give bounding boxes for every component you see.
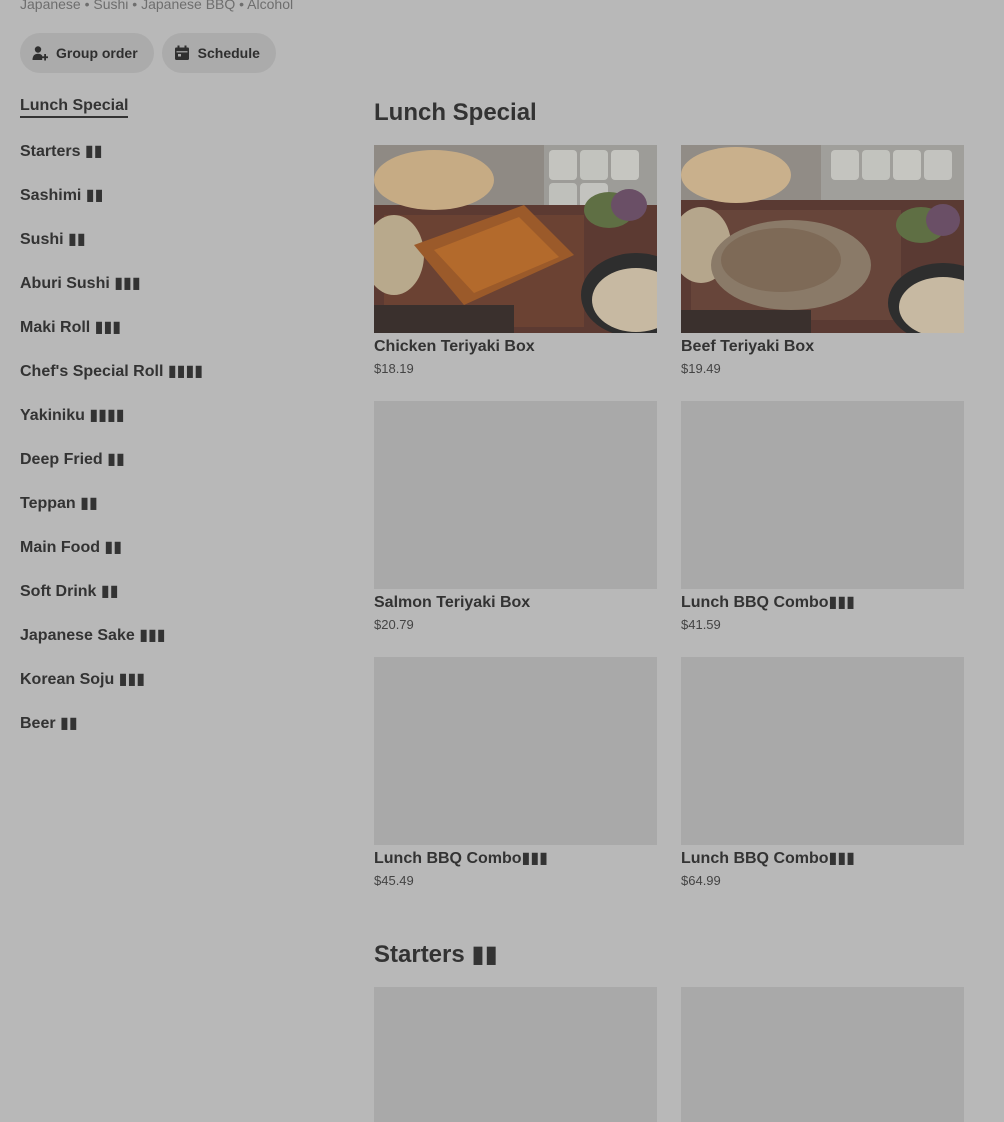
sidebar-item-label: Aburi Sushi ▮▮▮: [20, 275, 141, 292]
sidebar-item-label: Sashimi ▮▮: [20, 187, 104, 204]
group-order-button[interactable]: Group order: [20, 33, 154, 73]
menu-category-nav: Lunch Special Starters ▮▮ Sashimi ▮▮ Sus…: [20, 95, 320, 745]
sidebar-item-label: Beer ▮▮: [20, 715, 78, 732]
sidebar-item-sashimi[interactable]: Sashimi ▮▮: [20, 173, 320, 217]
group-order-label: Group order: [56, 45, 138, 61]
sidebar-item-label: Lunch Special: [20, 97, 129, 118]
sidebar-item-yakiniku[interactable]: Yakiniku ▮▮▮▮: [20, 393, 320, 437]
person-plus-icon: [32, 45, 48, 61]
sidebar-item-label: Main Food ▮▮: [20, 539, 123, 556]
menu-content: Lunch Special Chicken Teriyaki Box $18.1…: [374, 95, 964, 1122]
item-name: Salmon Teriyaki Box: [374, 594, 531, 611]
menu-section-starters: Starters ▮▮: [374, 937, 964, 1122]
beef-teriyaki-photo: [681, 145, 964, 333]
sidebar-item-soft-drink[interactable]: Soft Drink ▮▮: [20, 569, 320, 613]
sidebar-item-beer[interactable]: Beer ▮▮: [20, 701, 320, 745]
sidebar-item-label: Sushi ▮▮: [20, 231, 86, 248]
menu-section-lunch-special: Lunch Special Chicken Teriyaki Box $18.1…: [374, 95, 964, 889]
sidebar-item-korean-soju[interactable]: Korean Soju ▮▮▮: [20, 657, 320, 701]
sidebar-item-label: Soft Drink ▮▮: [20, 583, 119, 600]
sidebar-item-label: Maki Roll ▮▮▮: [20, 319, 122, 336]
sidebar-item-label: Teppan ▮▮: [20, 495, 98, 512]
calendar-icon: [174, 45, 190, 61]
menu-item-card[interactable]: Beef Teriyaki Box $19.49: [681, 145, 964, 377]
item-name: Lunch BBQ Combo▮▮▮: [681, 850, 855, 867]
cuisine-tags: Japanese • Sushi • Japanese BBQ • Alcoho…: [20, 0, 294, 12]
sidebar-item-chefs-special-roll[interactable]: Chef's Special Roll ▮▮▮▮: [20, 349, 320, 393]
item-name: Lunch BBQ Combo▮▮▮: [681, 594, 855, 611]
sidebar-item-maki-roll[interactable]: Maki Roll ▮▮▮: [20, 305, 320, 349]
sidebar-item-label: Deep Fried ▮▮: [20, 451, 125, 468]
chicken-teriyaki-photo: [374, 145, 657, 333]
sidebar-item-label: Japanese Sake ▮▮▮: [20, 627, 166, 644]
menu-item-card[interactable]: Lunch BBQ Combo▮▮▮ $64.99: [681, 657, 964, 889]
sidebar-item-sushi[interactable]: Sushi ▮▮: [20, 217, 320, 261]
menu-item-card[interactable]: Chicken Teriyaki Box $18.19: [374, 145, 657, 377]
item-grid: Chicken Teriyaki Box $18.19 Beef Teriyak…: [374, 145, 964, 889]
section-title: Lunch Special: [374, 99, 537, 126]
item-name: Lunch BBQ Combo▮▮▮: [374, 850, 548, 867]
sidebar-item-teppan[interactable]: Teppan ▮▮: [20, 481, 320, 525]
item-image-placeholder: [681, 987, 964, 1122]
menu-item-card[interactable]: Salmon Teriyaki Box $20.79: [374, 401, 657, 633]
item-image-placeholder: [681, 401, 964, 589]
item-image-placeholder: [374, 657, 657, 845]
item-image-placeholder: [374, 987, 657, 1122]
item-price: $20.79: [374, 617, 414, 632]
sidebar-item-aburi-sushi[interactable]: Aburi Sushi ▮▮▮: [20, 261, 320, 305]
item-price: $64.99: [681, 873, 721, 888]
item-grid: [374, 987, 964, 1122]
sidebar-item-label: Chef's Special Roll ▮▮▮▮: [20, 363, 204, 380]
menu-item-card[interactable]: Lunch BBQ Combo▮▮▮ $45.49: [374, 657, 657, 889]
sidebar-item-starters[interactable]: Starters ▮▮: [20, 129, 320, 173]
item-price: $41.59: [681, 617, 721, 632]
menu-item-card[interactable]: [681, 987, 964, 1122]
sidebar-item-lunch-special[interactable]: Lunch Special: [20, 95, 320, 119]
sidebar-item-japanese-sake[interactable]: Japanese Sake ▮▮▮: [20, 613, 320, 657]
item-name: Chicken Teriyaki Box: [374, 338, 535, 355]
menu-item-card[interactable]: [374, 987, 657, 1122]
page: Japanese • Sushi • Japanese BBQ • Alcoho…: [0, 0, 1004, 1122]
schedule-label: Schedule: [197, 45, 260, 61]
item-price: $19.49: [681, 361, 721, 376]
schedule-button[interactable]: Schedule: [161, 33, 276, 73]
item-image-placeholder: [374, 401, 657, 589]
sidebar-item-label: Yakiniku ▮▮▮▮: [20, 407, 125, 424]
sidebar-item-label: Korean Soju ▮▮▮: [20, 671, 146, 688]
item-image-placeholder: [681, 657, 964, 845]
sidebar-item-label: Starters ▮▮: [20, 143, 103, 160]
item-price: $18.19: [374, 361, 414, 376]
sidebar-item-main-food[interactable]: Main Food ▮▮: [20, 525, 320, 569]
menu-item-card[interactable]: Lunch BBQ Combo▮▮▮ $41.59: [681, 401, 964, 633]
item-name: Beef Teriyaki Box: [681, 338, 815, 355]
section-title: Starters ▮▮: [374, 941, 498, 968]
sidebar-item-deep-fried[interactable]: Deep Fried ▮▮: [20, 437, 320, 481]
item-price: $45.49: [374, 873, 414, 888]
order-actions: Group order Schedule: [20, 33, 276, 73]
